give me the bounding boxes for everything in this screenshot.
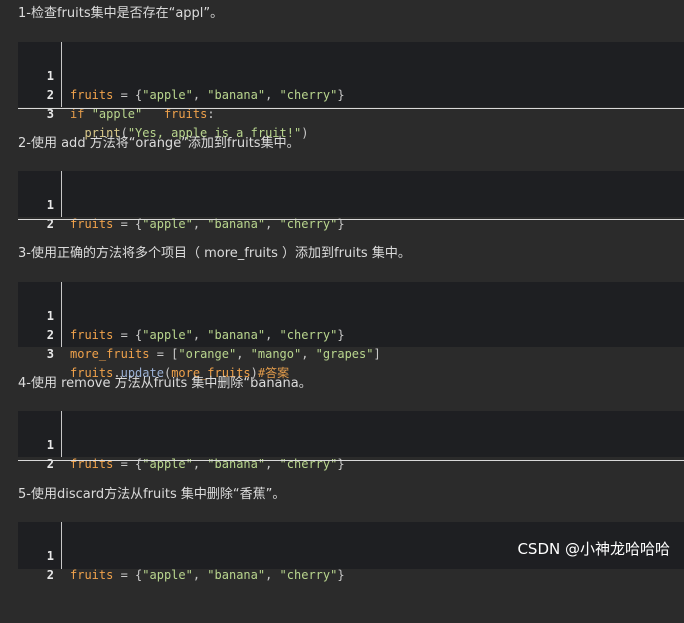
line-number: 3 [46,347,54,361]
code-line: 2 if "apple" fruits: [18,67,684,121]
question-4-title: 4-使用 remove 方法从fruits 集中删除“banana。 [18,376,312,391]
line-number: 2 [46,457,54,471]
section-divider [18,219,684,220]
line-number: 2 [46,217,54,231]
code-line: 1 fruits = {"apple", "banana", "cherry"} [18,177,684,231]
code-line: 1 fruits = {"apple", "banana", "cherry"} [18,417,684,471]
code-line: 1 fruits = {"apple", "banana", "cherry"} [18,48,684,102]
code-block-2: 1 fruits = {"apple", "banana", "cherry"}… [18,171,684,231]
code-line: 1 fruits = {"apple", "banana", "cherry"} [18,288,684,342]
code-text: fruits = {"apple", "banana", "cherry"} [70,217,345,231]
question-1-title: 1-检查fruits集中是否存在“appl”。 [18,6,224,21]
code-line: 3 fruits.update(more_fruits)#答案 [18,326,684,380]
code-block-3: 1 fruits = {"apple", "banana", "cherry"}… [18,282,684,380]
code-line: 2 [18,436,684,471]
code-text: fruits = {"apple", "banana", "cherry"} [70,457,345,471]
code-block-1: 1 fruits = {"apple", "banana", "cherry"}… [18,42,684,140]
code-line: 3 print("Yes, apple is a fruit!") [18,86,684,140]
csdn-watermark: CSDN @小神龙哈哈哈 [517,540,670,558]
section-divider [18,460,684,461]
question-2-title: 2-使用 add 方法将“orange”添加到fruits集中。 [18,136,300,151]
question-5-title: 5-使用discard方法从fruits 集中删除“香蕉”。 [18,487,286,502]
question-3-title: 3-使用正确的方法将多个项目（ more_fruits ）添加到fruits 集… [18,246,411,261]
code-line: 2 more_fruits = ["orange", "mango", "gra… [18,307,684,361]
code-text: more_fruits = ["orange", "mango", "grape… [70,347,381,361]
section-divider [18,108,684,109]
code-line: 2 [18,196,684,231]
code-block-4: 1 fruits = {"apple", "banana", "cherry"}… [18,411,684,471]
